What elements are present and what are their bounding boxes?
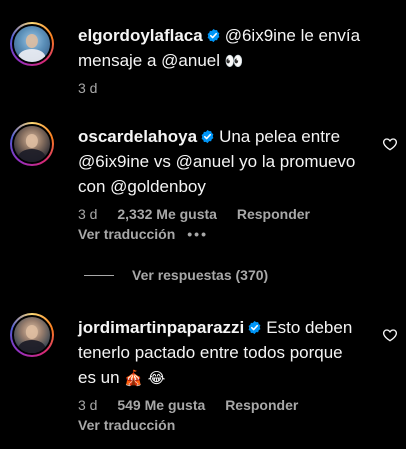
comment-username[interactable]: oscardelahoya [78,127,197,146]
verified-badge-icon [248,320,261,335]
comment-meta: 3 d 2,332 Me gusta Responder [78,206,326,222]
comment-time: 3 d [78,206,98,222]
see-translation-link: Ver traducción ••• [78,226,208,242]
comment-text-line: Una pelea entre [219,127,341,146]
avatar[interactable] [10,22,54,66]
comment-body: jordimartinpaparazzi Esto deben tenerlo p… [78,315,378,391]
avatar[interactable] [10,122,54,166]
comment-time: 3 d [78,80,98,96]
more-options-icon[interactable]: ••• [187,226,208,242]
comment-text-line: mensaje a @anuel [78,51,221,70]
comment-text-line: es un [78,368,120,387]
see-translation-label[interactable]: Ver traducción [78,226,175,242]
likes-count[interactable]: 549 Me gusta [117,397,205,413]
comment-username[interactable]: elgordoylaflaca [78,26,203,45]
comment-body: oscardelahoya Una pelea entre @6ix9ine vs… [78,124,368,199]
view-replies-label[interactable]: Ver respuestas (370) [132,267,268,283]
avatar[interactable] [10,313,54,357]
verified-badge-icon [207,28,220,43]
comment-text-line: Esto deben [266,318,353,337]
reply-button[interactable]: Responder [225,397,298,413]
comment-body: elgordoylaflaca @6ix9ine le envía mensaje… [78,23,378,74]
comment-text-line: con @goldenboy [78,177,206,196]
comment-time: 3 d [78,397,98,413]
comment-text-line: @6ix9ine vs @anuel yo la promuevo [78,152,356,171]
likes-count[interactable]: 2,332 Me gusta [117,206,217,222]
comment-username[interactable]: jordimartinpaparazzi [78,318,244,337]
reply-button[interactable]: Responder [237,206,310,222]
comment-text-line: @6ix9ine le envía [224,26,361,45]
like-heart-icon[interactable] [382,327,398,343]
comment-meta: 3 d 549 Me gusta Responder [78,397,314,413]
divider-line [84,274,114,276]
comment-meta: 3 d [78,80,113,96]
circus-tent-emoji: 🎪 [124,369,144,387]
laughing-emoji: 😂 [147,369,166,387]
verified-badge-icon [201,129,214,144]
see-translation-label[interactable]: Ver traducción [78,417,175,433]
eyes-emoji: 👀 [224,52,244,70]
comment-text-line: tenerlo pactado entre todos porque [78,343,343,362]
like-heart-icon[interactable] [382,136,398,152]
see-translation-link: Ver traducción [78,417,175,433]
view-replies-button[interactable]: Ver respuestas (370) [84,267,268,283]
